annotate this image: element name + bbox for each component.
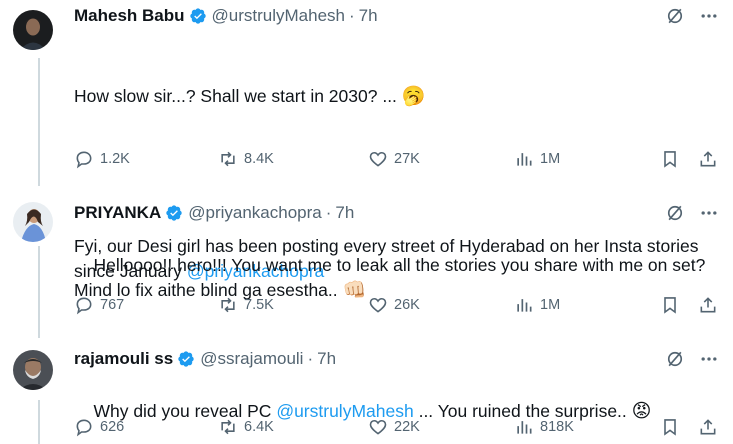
views-chart-icon [517,421,532,434]
reply-icon [76,151,92,169]
header-icons [665,203,719,223]
user-handle[interactable]: @urstrulyMahesh [212,6,345,26]
retweet-icon [221,419,235,435]
views-button[interactable]: 1M [514,149,560,169]
like-button[interactable]: 27K [368,149,420,169]
reply-button[interactable]: 626 [74,417,124,437]
separator-dot: · [325,203,332,222]
views-chart-icon [517,153,532,166]
separator-dot: · [307,349,314,368]
retweet-count: 7.5K [244,297,274,313]
reply-count: 626 [100,419,125,435]
like-count: 26K [394,297,420,313]
share-button[interactable] [698,417,718,437]
more-options-icon[interactable] [699,203,719,223]
display-name[interactable]: rajamouli ss [74,349,173,369]
user-handle[interactable]: @ssrajamouli [200,349,303,369]
header-icons [665,6,719,26]
display-name[interactable]: PRIYANKA [74,203,161,223]
reply-icon [76,419,92,437]
grok-icon[interactable] [665,349,685,369]
retweet-button[interactable]: 7.5K [218,295,274,315]
tweet[interactable]: Mahesh Babu @urstrulyMahesh · 7h How slo… [0,0,733,281]
heart-icon [369,297,387,313]
share-icon [700,297,716,313]
reply-count: 1.2K [100,151,130,167]
share-icon [700,151,716,167]
timestamp[interactable]: 7h [335,203,354,223]
retweet-icon [221,297,235,313]
view-count: 1M [540,297,561,313]
heart-icon [369,419,387,435]
bookmark-button[interactable] [660,149,680,169]
bookmark-button[interactable] [660,417,680,437]
bookmark-icon [664,419,676,436]
tweet[interactable]: rajamouli ss @ssrajamouli · 7h Why did y… [0,340,733,444]
reply-icon [76,297,92,315]
avatar[interactable] [13,10,53,50]
tweet-text-line: How slow sir...? Shall we start in 2030?… [74,86,402,106]
yawning-face-emoji: 🥱 [401,85,426,107]
reply-button[interactable]: 767 [74,295,124,315]
header-icons [665,349,719,369]
retweet-button[interactable]: 8.4K [218,149,274,169]
share-icon [700,419,716,435]
share-button[interactable] [698,149,718,169]
display-name[interactable]: Mahesh Babu [74,6,185,26]
retweet-button[interactable]: 6.4K [218,417,274,437]
bookmark-icon [664,151,676,168]
reply-button[interactable]: 1.2K [74,149,130,169]
verified-badge-icon[interactable] [177,350,195,368]
views-button[interactable]: 1M [514,295,560,315]
verified-badge-icon[interactable] [189,7,207,25]
like-button[interactable]: 26K [368,295,420,315]
user-handle[interactable]: @priyankachopra [188,203,322,223]
view-count: 818K [540,419,574,435]
like-count: 27K [394,151,420,167]
action-bar: 767 7.5K 26K 1M [74,294,722,316]
retweet-count: 8.4K [244,151,274,167]
tweet[interactable]: PRIYANKA @priyankachopra · 7h Helloooo!!… [0,190,733,340]
avatar[interactable] [13,350,53,390]
grok-icon[interactable] [665,203,685,223]
like-button[interactable]: 22K [368,417,420,437]
grok-icon[interactable] [665,6,685,26]
view-count: 1M [540,151,561,167]
tweet-header: rajamouli ss @ssrajamouli · 7h [74,348,336,370]
views-button[interactable]: 818K [514,417,574,437]
like-count: 22K [394,419,420,435]
separator-dot: · [349,6,355,25]
action-bar: 626 6.4K 22K 818K [74,416,722,438]
action-bar: 1.2K 8.4K 27K 1M [74,148,722,170]
heart-icon [369,151,387,167]
more-options-icon[interactable] [699,6,719,26]
tweet-header: PRIYANKA @priyankachopra · 7h [74,202,354,224]
bookmark-button[interactable] [660,295,680,315]
more-options-icon[interactable] [699,349,719,369]
verified-badge-icon[interactable] [165,204,183,222]
bookmark-icon [664,297,676,314]
tweet-header: Mahesh Babu @urstrulyMahesh · 7h [74,5,378,27]
share-button[interactable] [698,295,718,315]
reply-count: 767 [100,297,125,313]
timestamp[interactable]: 7h [359,6,378,26]
timestamp[interactable]: 7h [317,349,336,369]
retweet-icon [221,151,235,167]
avatar[interactable] [13,202,53,242]
retweet-count: 6.4K [244,419,274,435]
views-chart-icon [517,299,532,312]
